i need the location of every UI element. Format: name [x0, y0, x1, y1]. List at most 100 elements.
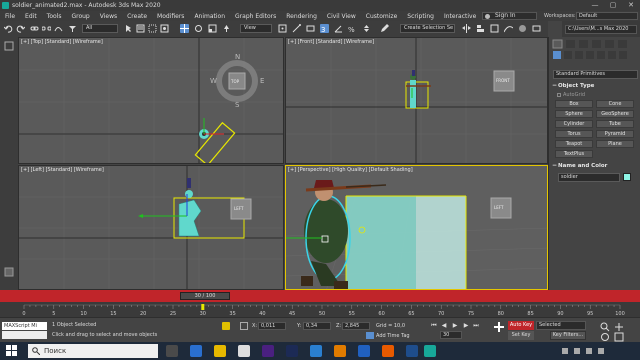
set-key-button[interactable]: Set Key — [508, 331, 534, 340]
firefox-icon[interactable] — [382, 345, 394, 357]
file-explorer-icon[interactable] — [214, 345, 226, 357]
autogrid-checkbox[interactable]: AutoGrid — [557, 92, 585, 98]
viewcube-front-label[interactable]: FRONT — [496, 78, 510, 83]
keyboard-shortcut-override-icon[interactable] — [306, 24, 315, 33]
play-icon[interactable]: ▶ — [451, 322, 459, 330]
3dsmax-taskbar-icon[interactable] — [424, 345, 436, 357]
menu-scripting[interactable]: Scripting — [402, 13, 439, 20]
x-coordinate-field[interactable]: 0,011 — [258, 322, 286, 330]
undo-icon[interactable] — [4, 24, 13, 33]
menu-interactive[interactable]: Interactive — [439, 13, 481, 20]
auto-key-button[interactable]: Auto Key — [508, 321, 534, 330]
select-and-rotate-icon[interactable] — [194, 24, 203, 33]
select-object-icon[interactable] — [124, 24, 133, 33]
cylinder-button[interactable]: Cylinder — [555, 120, 593, 128]
spinner-snap-icon[interactable] — [362, 24, 371, 33]
select-and-place-icon[interactable] — [222, 24, 231, 33]
premiere-icon[interactable] — [262, 345, 274, 357]
edit-named-selection-icon[interactable] — [380, 24, 389, 33]
task-view-icon[interactable] — [166, 345, 178, 357]
edge-icon[interactable] — [190, 345, 202, 357]
use-pivot-center-icon[interactable] — [278, 24, 287, 33]
viewport-front-label[interactable]: [+] [Front] [Standard] [Wireframe] — [288, 39, 374, 45]
menu-file[interactable]: File — [0, 13, 20, 20]
windows-start-icon[interactable] — [6, 345, 18, 357]
tube-button[interactable]: Tube — [596, 120, 634, 128]
textplus-button[interactable]: TextPlus — [555, 150, 593, 158]
name-and-color-rollout[interactable]: Name and Color — [552, 162, 639, 170]
viewcube-perspective-label[interactable]: LEFT — [494, 205, 503, 210]
menu-create[interactable]: Create — [122, 13, 152, 20]
photoshop-icon[interactable] — [286, 345, 298, 357]
go-to-end-icon[interactable]: ⏭ — [472, 322, 480, 330]
viewport-top[interactable]: [+] [Top] [Standard] [Wireframe] TOP N S… — [18, 37, 284, 164]
menu-rendering[interactable]: Rendering — [281, 13, 322, 20]
store-icon[interactable] — [238, 345, 250, 357]
menu-views[interactable]: Views — [95, 13, 122, 20]
window-crossing-icon[interactable] — [160, 24, 169, 33]
time-slider[interactable]: 30 / 100 — [0, 290, 640, 302]
bind-space-warp-icon[interactable] — [54, 24, 63, 33]
plane-button[interactable]: Plane — [596, 140, 634, 148]
viewport-perspective[interactable]: [+] [Perspective] [High Quality] [Defaul… — [285, 165, 548, 290]
redo-icon[interactable] — [16, 24, 25, 33]
time-slider-thumb[interactable]: 30 / 100 — [180, 292, 230, 300]
cone-button[interactable]: Cone — [596, 100, 634, 108]
menu-group[interactable]: Group — [66, 13, 94, 20]
mirror-icon[interactable] — [462, 24, 471, 33]
project-path-field[interactable]: C:\Users\M...s Max 2020 — [565, 25, 637, 34]
viewport-front[interactable]: [+] [Front] [Standard] [Wireframe] FRONT — [285, 37, 548, 164]
previous-frame-icon[interactable]: ◀ — [440, 322, 448, 330]
maxscript-output-field[interactable] — [2, 331, 47, 339]
filter-icon[interactable] — [68, 24, 77, 33]
viewport-left-label[interactable]: [+] [Left] [Standard] [Wireframe] — [21, 167, 104, 173]
select-and-scale-icon[interactable] — [208, 24, 217, 33]
y-coordinate-field[interactable]: 0,34 — [303, 322, 331, 330]
sign-in-button[interactable]: Sign In — [482, 12, 537, 20]
maximize-viewport-icon[interactable] — [614, 332, 624, 342]
maximize-button[interactable]: ▢ — [604, 0, 622, 11]
orbit-icon[interactable] — [600, 332, 610, 342]
word-icon[interactable] — [358, 345, 370, 357]
lock-selection-icon[interactable] — [222, 322, 230, 330]
object-color-swatch[interactable] — [623, 173, 631, 181]
object-name-field[interactable]: soldier — [558, 173, 620, 182]
key-set-dropdown[interactable]: Selected — [536, 321, 586, 330]
viewcube-top-label[interactable]: TOP — [231, 79, 239, 84]
menu-animation[interactable]: Animation — [189, 13, 230, 20]
key-filters-button[interactable]: Key Filters... — [550, 331, 586, 340]
maxscript-listener-field[interactable]: MAXScript Mi — [2, 322, 47, 330]
render-setup-icon[interactable] — [532, 24, 541, 33]
unlink-icon[interactable] — [42, 24, 51, 33]
absolute-mode-icon[interactable] — [240, 322, 248, 330]
select-manipulate-icon[interactable] — [292, 24, 301, 33]
curve-editor-icon[interactable] — [504, 24, 513, 33]
go-to-start-icon[interactable]: ⏮ — [430, 322, 438, 330]
toggle-scene-explorer-icon[interactable] — [490, 24, 499, 33]
ribbon-toggle-icon[interactable] — [4, 41, 14, 51]
close-button[interactable]: ✕ — [622, 0, 640, 11]
selection-filter-dropdown[interactable]: All — [82, 24, 118, 33]
minimize-button[interactable]: — — [586, 0, 604, 11]
teapot-button[interactable]: Teapot — [555, 140, 593, 148]
system-tray[interactable] — [560, 347, 620, 355]
select-by-name-icon[interactable] — [136, 24, 145, 33]
current-frame-field[interactable]: 30 — [440, 331, 462, 339]
primitive-type-dropdown[interactable]: Standard Primitives — [553, 70, 638, 79]
viewport-perspective-label[interactable]: [+] [Perspective] [High Quality] [Defaul… — [288, 167, 413, 173]
viewport-top-label[interactable]: [+] [Top] [Standard] [Wireframe] — [21, 39, 103, 45]
align-icon[interactable] — [476, 24, 485, 33]
menu-tools[interactable]: Tools — [42, 13, 67, 20]
time-tag-icon[interactable] — [366, 332, 374, 339]
scene-explorer-icon[interactable] — [4, 267, 14, 277]
angle-snap-icon[interactable] — [334, 24, 343, 33]
torus-button[interactable]: Torus — [555, 130, 593, 138]
track-bar[interactable]: 0 5 10 15 20 25 30 35 40 45 50 55 60 65 70 75 80 85 90 95 10… — [0, 302, 640, 317]
taskbar-search[interactable]: Поиск — [28, 344, 158, 358]
zoom-icon[interactable] — [600, 322, 610, 332]
pan-view-icon[interactable] — [614, 322, 624, 332]
select-and-move-icon[interactable] — [180, 24, 189, 33]
percent-snap-icon[interactable]: % — [348, 24, 357, 33]
z-coordinate-field[interactable]: 2,845 — [342, 322, 370, 330]
next-frame-icon[interactable]: ▶ — [462, 322, 470, 330]
